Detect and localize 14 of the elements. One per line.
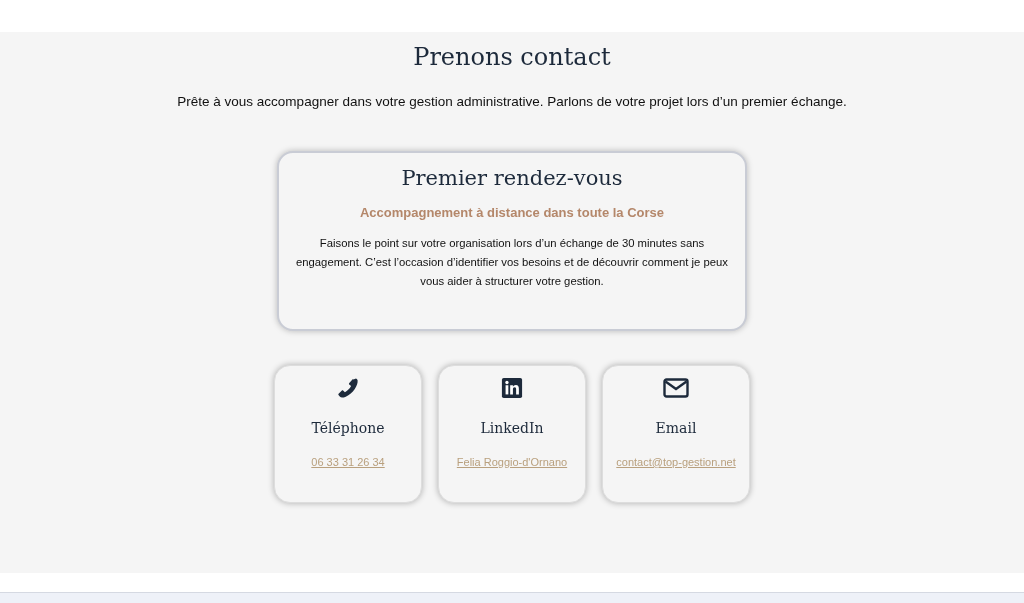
contact-link[interactable]: contact@top-gestion.net (616, 456, 736, 468)
card-title: Premier rendez-vous (400, 165, 624, 192)
phone-icon (336, 376, 360, 400)
section-title: Prenons contact (413, 42, 611, 72)
intro-text: Prête à vous accompagner dans votre gestion administrative. Parlons de votre projet lors d’un premier échange. (177, 94, 847, 109)
card-subtitle: Accompagnement à distance dans toute la Corse (358, 205, 666, 220)
linkedin-icon (501, 376, 523, 400)
contact-title: Téléphone (311, 420, 385, 436)
card-text: Faisons le point sur votre organisation lors d’un échange de 30 minutes sans engagement. C’est l’occasion d’identifier vos besoins et de découvrir comment je peux vous aider à structurer votre gestion. (295, 236, 729, 289)
contact-title: Email (655, 420, 697, 436)
contact-link[interactable]: 06 33 31 26 34 (311, 456, 385, 468)
envelope-icon (663, 376, 689, 400)
contact-title: LinkedIn (480, 420, 544, 436)
contact-link[interactable]: Felia Roggio-d'Ornano (456, 456, 568, 468)
